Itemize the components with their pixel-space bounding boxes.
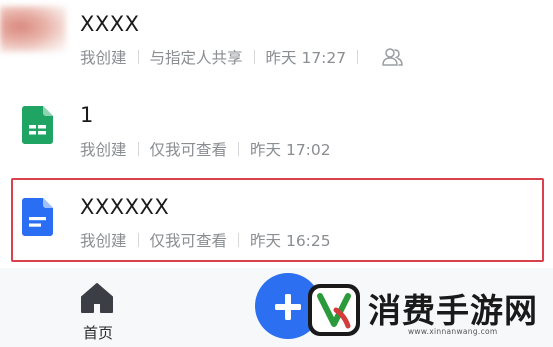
meta-divider <box>238 233 240 247</box>
file-list-item[interactable]: XXXXXX 我创建 仅我可查看 昨天 16:25 <box>0 178 553 270</box>
nav-home-button[interactable]: 首页 <box>70 278 130 342</box>
file-name: 1 <box>80 103 94 127</box>
meta-divider <box>253 50 255 64</box>
file-permission: 仅我可查看 <box>149 141 228 159</box>
file-name: XXXXXX <box>80 195 170 219</box>
file-list-screen: XXXX 我创建 与指定人共享 昨天 17:27 1 我创建 仅我可查看 昨天 … <box>0 0 553 347</box>
file-list-item[interactable]: XXXX 我创建 与指定人共享 昨天 17:27 <box>0 0 553 92</box>
file-time: 昨天 17:27 <box>265 49 347 67</box>
meta-divider <box>137 50 139 64</box>
watermark-url: www.xinnanwang.com <box>408 327 498 336</box>
file-list-item[interactable]: 1 我创建 仅我可查看 昨天 17:02 <box>0 92 553 184</box>
file-meta: 我创建 仅我可查看 昨天 17:02 <box>80 138 331 160</box>
file-time: 昨天 16:25 <box>250 232 331 250</box>
file-permission: 与指定人共享 <box>149 49 243 67</box>
meta-divider <box>238 142 240 156</box>
file-permission: 仅我可查看 <box>149 232 228 250</box>
file-meta: 我创建 与指定人共享 昨天 17:27 <box>80 46 403 68</box>
file-time: 昨天 17:02 <box>250 141 331 159</box>
nav-home-label: 首页 <box>83 324 114 342</box>
home-icon <box>81 283 113 313</box>
watermark-logo-icon <box>308 284 360 336</box>
file-name: XXXX <box>80 12 140 36</box>
file-meta: 我创建 仅我可查看 昨天 16:25 <box>80 229 331 251</box>
watermark-text: 消费手游网 <box>368 291 538 330</box>
image-thumbnail-icon <box>0 6 66 52</box>
file-creator: 我创建 <box>80 232 127 250</box>
document-icon <box>22 198 53 236</box>
watermark: 消费手游网 www.xinnanwang.com <box>300 276 553 347</box>
spreadsheet-icon <box>22 106 53 144</box>
meta-divider <box>357 50 359 64</box>
meta-divider <box>137 142 139 156</box>
meta-divider <box>137 233 139 247</box>
shared-people-icon <box>382 48 403 66</box>
file-creator: 我创建 <box>80 141 127 159</box>
file-creator: 我创建 <box>80 49 127 67</box>
